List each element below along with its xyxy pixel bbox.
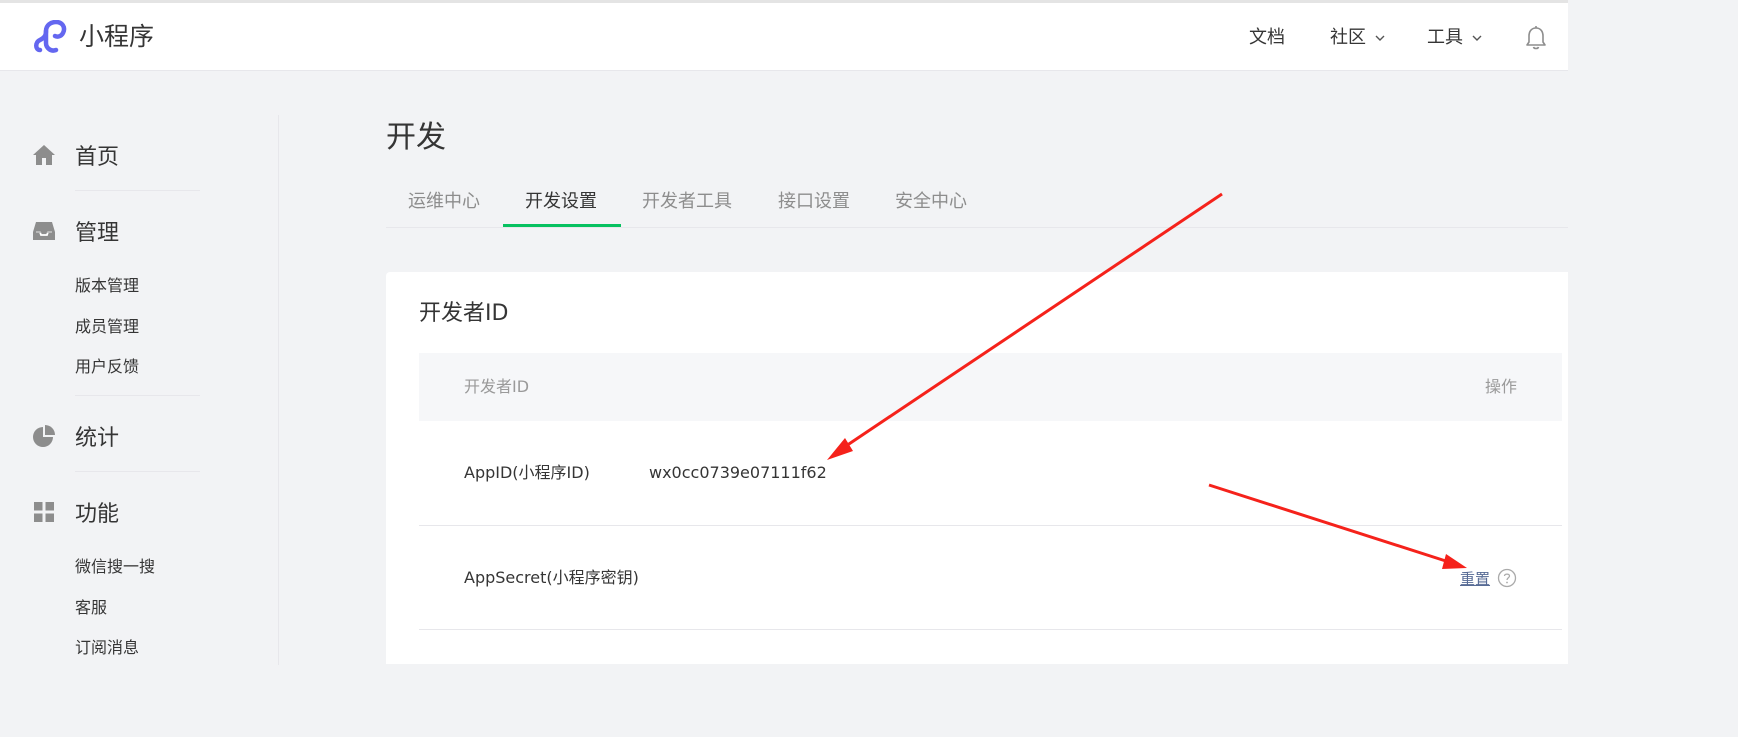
appid-label: AppID(小程序ID) bbox=[464, 463, 590, 482]
sidebar-item-home[interactable]: 首页 bbox=[32, 140, 119, 170]
appsecret-label: AppSecret(小程序密钥) bbox=[464, 568, 639, 587]
brand-name[interactable]: 小程序 bbox=[79, 17, 154, 57]
nav-tools-label: 工具 bbox=[1427, 27, 1463, 48]
table-header: 开发者ID 操作 bbox=[419, 353, 1562, 421]
nav-community-label: 社区 bbox=[1330, 27, 1366, 48]
sidebar-item-features-label: 功能 bbox=[75, 502, 120, 527]
card-title: 开发者ID bbox=[419, 301, 509, 326]
nav-docs[interactable]: 文档 bbox=[1249, 25, 1285, 51]
sidebar-separator bbox=[75, 471, 200, 472]
active-tab-indicator bbox=[503, 224, 621, 227]
sidebar-item-version-manage[interactable]: 版本管理 bbox=[75, 275, 139, 297]
nav-docs-label: 文档 bbox=[1249, 27, 1285, 48]
sidebar-separator bbox=[75, 190, 200, 191]
tab-api-settings[interactable]: 接口设置 bbox=[778, 189, 850, 215]
sidebar-divider bbox=[278, 115, 279, 665]
bell-icon[interactable] bbox=[1524, 25, 1548, 51]
tab-dev-tools[interactable]: 开发者工具 bbox=[642, 189, 732, 215]
question-circle-icon[interactable] bbox=[1497, 568, 1517, 588]
sidebar-item-manage-label: 管理 bbox=[75, 221, 120, 246]
sidebar-item-stats-label: 统计 bbox=[75, 426, 120, 451]
chevron-down-icon bbox=[1472, 35, 1482, 41]
sidebar-item-member-manage[interactable]: 成员管理 bbox=[75, 316, 139, 338]
nav-community[interactable]: 社区 bbox=[1330, 25, 1386, 51]
sidebar-item-features[interactable]: 功能 bbox=[32, 497, 119, 527]
grid-icon bbox=[34, 502, 54, 522]
page-title: 开发 bbox=[386, 120, 446, 155]
sidebar-item-stats[interactable]: 统计 bbox=[32, 421, 119, 451]
appid-value: wx0cc0739e07111f62 bbox=[649, 463, 827, 482]
inbox-icon bbox=[33, 222, 55, 240]
sidebar-item-wechat-search[interactable]: 微信搜一搜 bbox=[75, 556, 155, 578]
sidebar-item-user-feedback[interactable]: 用户反馈 bbox=[75, 356, 139, 378]
table-row-divider bbox=[419, 525, 1562, 526]
sidebar-item-customer-service[interactable]: 客服 bbox=[75, 597, 107, 619]
sidebar-item-home-label: 首页 bbox=[75, 145, 120, 170]
pie-chart-icon bbox=[33, 425, 55, 447]
nav-tools[interactable]: 工具 bbox=[1427, 25, 1483, 51]
tab-security-center[interactable]: 安全中心 bbox=[895, 189, 967, 215]
top-header: 小程序 文档 社区 工具 bbox=[0, 3, 1568, 71]
chevron-down-icon bbox=[1375, 35, 1385, 41]
sidebar-item-subscribe-message[interactable]: 订阅消息 bbox=[75, 637, 139, 659]
column-header-developer-id: 开发者ID bbox=[464, 377, 530, 396]
column-header-actions: 操作 bbox=[1485, 377, 1518, 396]
tab-bar: 运维中心 开发设置 开发者工具 接口设置 安全中心 bbox=[386, 183, 1568, 228]
sidebar-separator bbox=[75, 395, 200, 396]
home-icon bbox=[33, 145, 55, 165]
developer-id-card: 开发者ID 开发者ID 操作 AppID(小程序ID) wx0cc0739e07… bbox=[386, 272, 1568, 664]
sidebar-item-manage[interactable]: 管理 bbox=[32, 216, 119, 246]
tab-dev-settings[interactable]: 开发设置 bbox=[525, 189, 597, 215]
tab-ops-center[interactable]: 运维中心 bbox=[408, 189, 480, 215]
table-row-divider bbox=[419, 629, 1562, 630]
reset-secret-link[interactable]: 重置 bbox=[1460, 568, 1490, 590]
mini-program-logo-icon[interactable] bbox=[33, 20, 69, 54]
